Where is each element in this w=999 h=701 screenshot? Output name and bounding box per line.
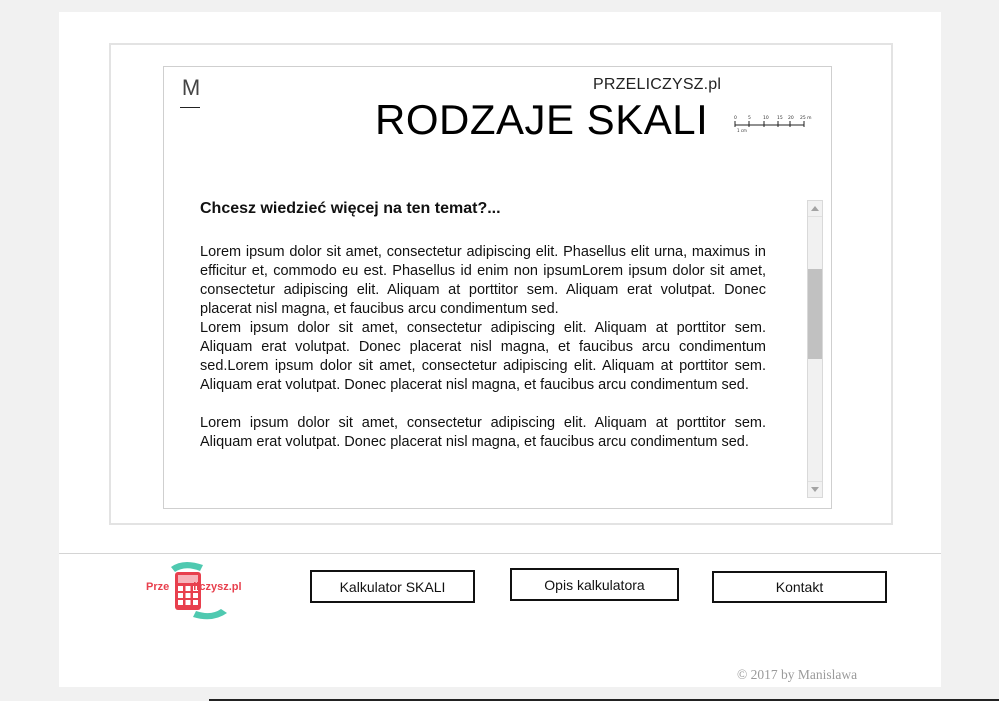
scale-tick-label: 20	[788, 115, 794, 121]
article-content: Chcesz wiedzieć więcej na ten temat?... …	[200, 197, 766, 509]
brand-name: PRZELICZYSZ.pl	[593, 76, 722, 93]
page-title: RODZAJE SKALI	[375, 96, 709, 143]
menu-toggle-icon[interactable]: M	[180, 75, 202, 111]
scroll-up-arrow-icon[interactable]	[808, 201, 822, 217]
logo-text-part: liczysz.pl	[193, 581, 242, 593]
article-paragraph: Lorem ipsum dolor sit amet, consectetur …	[200, 415, 766, 450]
calculator-nav-button[interactable]: Kalkulator SKALI	[310, 570, 475, 603]
article-paragraph: Lorem ipsum dolor sit amet, consectetur …	[200, 244, 766, 317]
scale-tick-label: 15	[777, 115, 783, 121]
menu-letter: M	[181, 75, 201, 100]
contact-nav-button[interactable]: Kontakt	[712, 571, 887, 603]
scale-tick-label: 0	[734, 115, 737, 121]
menu-underline	[180, 107, 200, 108]
article-panel: M PRZELICZYSZ.pl RODZAJE SKALI 0 5 10 15…	[163, 66, 832, 509]
copyright-text: © 2017 by Manislawa	[737, 667, 858, 682]
description-nav-button[interactable]: Opis kalkulatora	[510, 568, 679, 601]
scale-tick-label: 5	[748, 115, 751, 121]
article-paragraph: Lorem ipsum dolor sit amet, consectetur …	[200, 320, 766, 393]
scale-tick-label: 25 m	[800, 115, 812, 121]
scale-unit-label: 1 cm	[737, 128, 747, 133]
logo-wordmark: Prze liczysz.pl	[146, 581, 242, 593]
logo-text-part: Prze	[146, 581, 170, 593]
page: M PRZELICZYSZ.pl RODZAJE SKALI 0 5 10 15…	[59, 12, 941, 687]
footer-divider	[59, 553, 941, 554]
scroll-thumb[interactable]	[808, 269, 822, 359]
scale-tick-label: 10	[763, 115, 769, 121]
article-heading: Chcesz wiedzieć więcej na ten temat?...	[200, 200, 501, 217]
scale-ruler-icon: 0 5 10 15 20 25 m 1 cm	[734, 115, 812, 133]
article-scrollbar[interactable]	[807, 200, 823, 498]
scroll-down-arrow-icon[interactable]	[808, 481, 822, 497]
footer-logo[interactable]: Prze liczysz.pl	[145, 559, 253, 623]
